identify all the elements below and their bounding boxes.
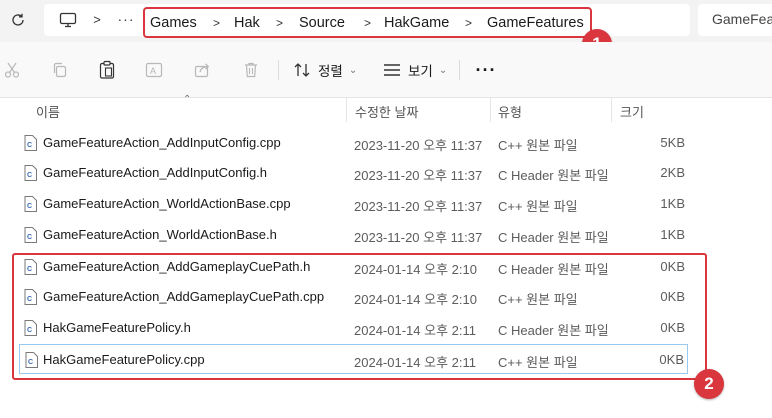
header-file-icon: C <box>24 227 37 243</box>
breadcrumb-item-hakgame[interactable]: HakGame <box>384 13 449 33</box>
file-type: C Header 원본 파일 <box>498 230 609 245</box>
column-divider[interactable] <box>611 98 612 122</box>
file-row[interactable]: C GameFeatureAction_WorldActionBase.cpp … <box>14 189 694 219</box>
file-name: GameFeatureAction_WorldActionBase.h <box>43 227 277 242</box>
file-date: 2023-11-20 오후 11:37 <box>354 230 483 245</box>
file-size: 1KB <box>660 227 685 242</box>
file-type: C++ 원본 파일 <box>498 138 578 153</box>
delete-icon[interactable] <box>241 60 261 80</box>
column-type[interactable]: 유형 <box>498 102 522 121</box>
toolbar-divider <box>278 60 279 80</box>
column-divider[interactable] <box>490 98 491 122</box>
view-label: 보기 <box>408 64 433 79</box>
chevron-right-icon[interactable]: > <box>465 13 472 33</box>
breadcrumb-item-games[interactable]: Games <box>150 13 197 33</box>
sort-button[interactable]: 정렬 ⌄ <box>292 58 357 82</box>
cut-icon[interactable] <box>2 60 22 80</box>
copy-icon[interactable] <box>50 60 70 80</box>
chevron-right-icon[interactable]: > <box>364 13 371 33</box>
more-options-button[interactable]: ··· <box>474 58 498 82</box>
file-name: GameFeatureAction_AddInputConfig.cpp <box>43 135 281 150</box>
toolbar-divider <box>459 60 460 80</box>
chevron-down-icon: ⌄ <box>348 64 358 76</box>
file-row[interactable]: C GameFeatureAction_AddInputConfig.cpp 2… <box>14 128 694 158</box>
sort-label: 정렬 <box>318 64 343 79</box>
svg-text:A: A <box>150 66 156 76</box>
file-type: C++ 원본 파일 <box>498 199 578 214</box>
cpp-file-icon: C <box>24 135 37 151</box>
column-divider[interactable] <box>346 98 347 122</box>
computer-icon[interactable] <box>58 10 78 30</box>
chevron-right-icon[interactable]: > <box>90 9 104 29</box>
search-input[interactable]: GameFea <box>698 4 772 36</box>
command-bar: A 정렬 ⌄ 보기 ⌄ ··· <box>0 42 772 98</box>
header-file-icon: C <box>24 165 37 181</box>
paste-icon[interactable] <box>97 60 117 80</box>
column-header: ⌃ 이름 수정한 날짜 유형 크기 <box>0 94 772 122</box>
file-type: C Header 원본 파일 <box>498 168 609 183</box>
cpp-file-icon: C <box>24 196 37 212</box>
svg-text:C: C <box>27 172 32 179</box>
breadcrumb: Games > Hak > Source > HakGame > GameFea… <box>143 7 592 38</box>
sort-icon <box>292 60 312 80</box>
column-date[interactable]: 수정한 날짜 <box>355 102 418 121</box>
sort-ascending-icon: ⌃ <box>183 94 192 105</box>
file-name: GameFeatureAction_AddInputConfig.h <box>43 165 268 180</box>
column-name[interactable]: 이름 <box>36 102 60 121</box>
view-icon <box>382 60 402 80</box>
file-date: 2023-11-20 오후 11:37 <box>354 168 483 183</box>
chevron-down-icon: ⌄ <box>438 64 448 76</box>
refresh-icon[interactable] <box>8 10 28 30</box>
file-date: 2023-11-20 오후 11:37 <box>354 199 483 214</box>
highlight-box <box>12 253 707 380</box>
chevron-right-icon[interactable]: > <box>213 13 220 33</box>
file-row[interactable]: C GameFeatureAction_AddInputConfig.h 202… <box>14 158 694 188</box>
file-row[interactable]: C GameFeatureAction_WorldActionBase.h 20… <box>14 220 694 250</box>
share-icon[interactable] <box>192 60 212 80</box>
svg-text:C: C <box>27 203 32 210</box>
file-size: 2KB <box>660 165 685 180</box>
address-bar: > ··· Games > Hak > Source > HakGame > G… <box>0 0 772 42</box>
rename-icon[interactable]: A <box>145 60 165 80</box>
svg-text:C: C <box>27 234 32 241</box>
file-name: GameFeatureAction_WorldActionBase.cpp <box>43 196 291 211</box>
breadcrumb-item-gamefeatures[interactable]: GameFeatures <box>487 13 584 33</box>
view-button[interactable]: 보기 ⌄ <box>382 58 447 82</box>
file-date: 2023-11-20 오후 11:37 <box>354 138 483 153</box>
breadcrumb-item-source[interactable]: Source <box>299 13 345 33</box>
file-size: 5KB <box>660 135 685 150</box>
search-placeholder: GameFea <box>712 11 772 27</box>
column-size[interactable]: 크기 <box>620 102 644 121</box>
breadcrumb-overflow-button[interactable]: ··· <box>116 9 136 29</box>
breadcrumb-item-hak[interactable]: Hak <box>234 13 260 33</box>
svg-text:C: C <box>27 142 32 149</box>
chevron-right-icon[interactable]: > <box>276 13 283 33</box>
file-size: 1KB <box>660 196 685 211</box>
annotation-badge-2: 2 <box>694 369 724 399</box>
